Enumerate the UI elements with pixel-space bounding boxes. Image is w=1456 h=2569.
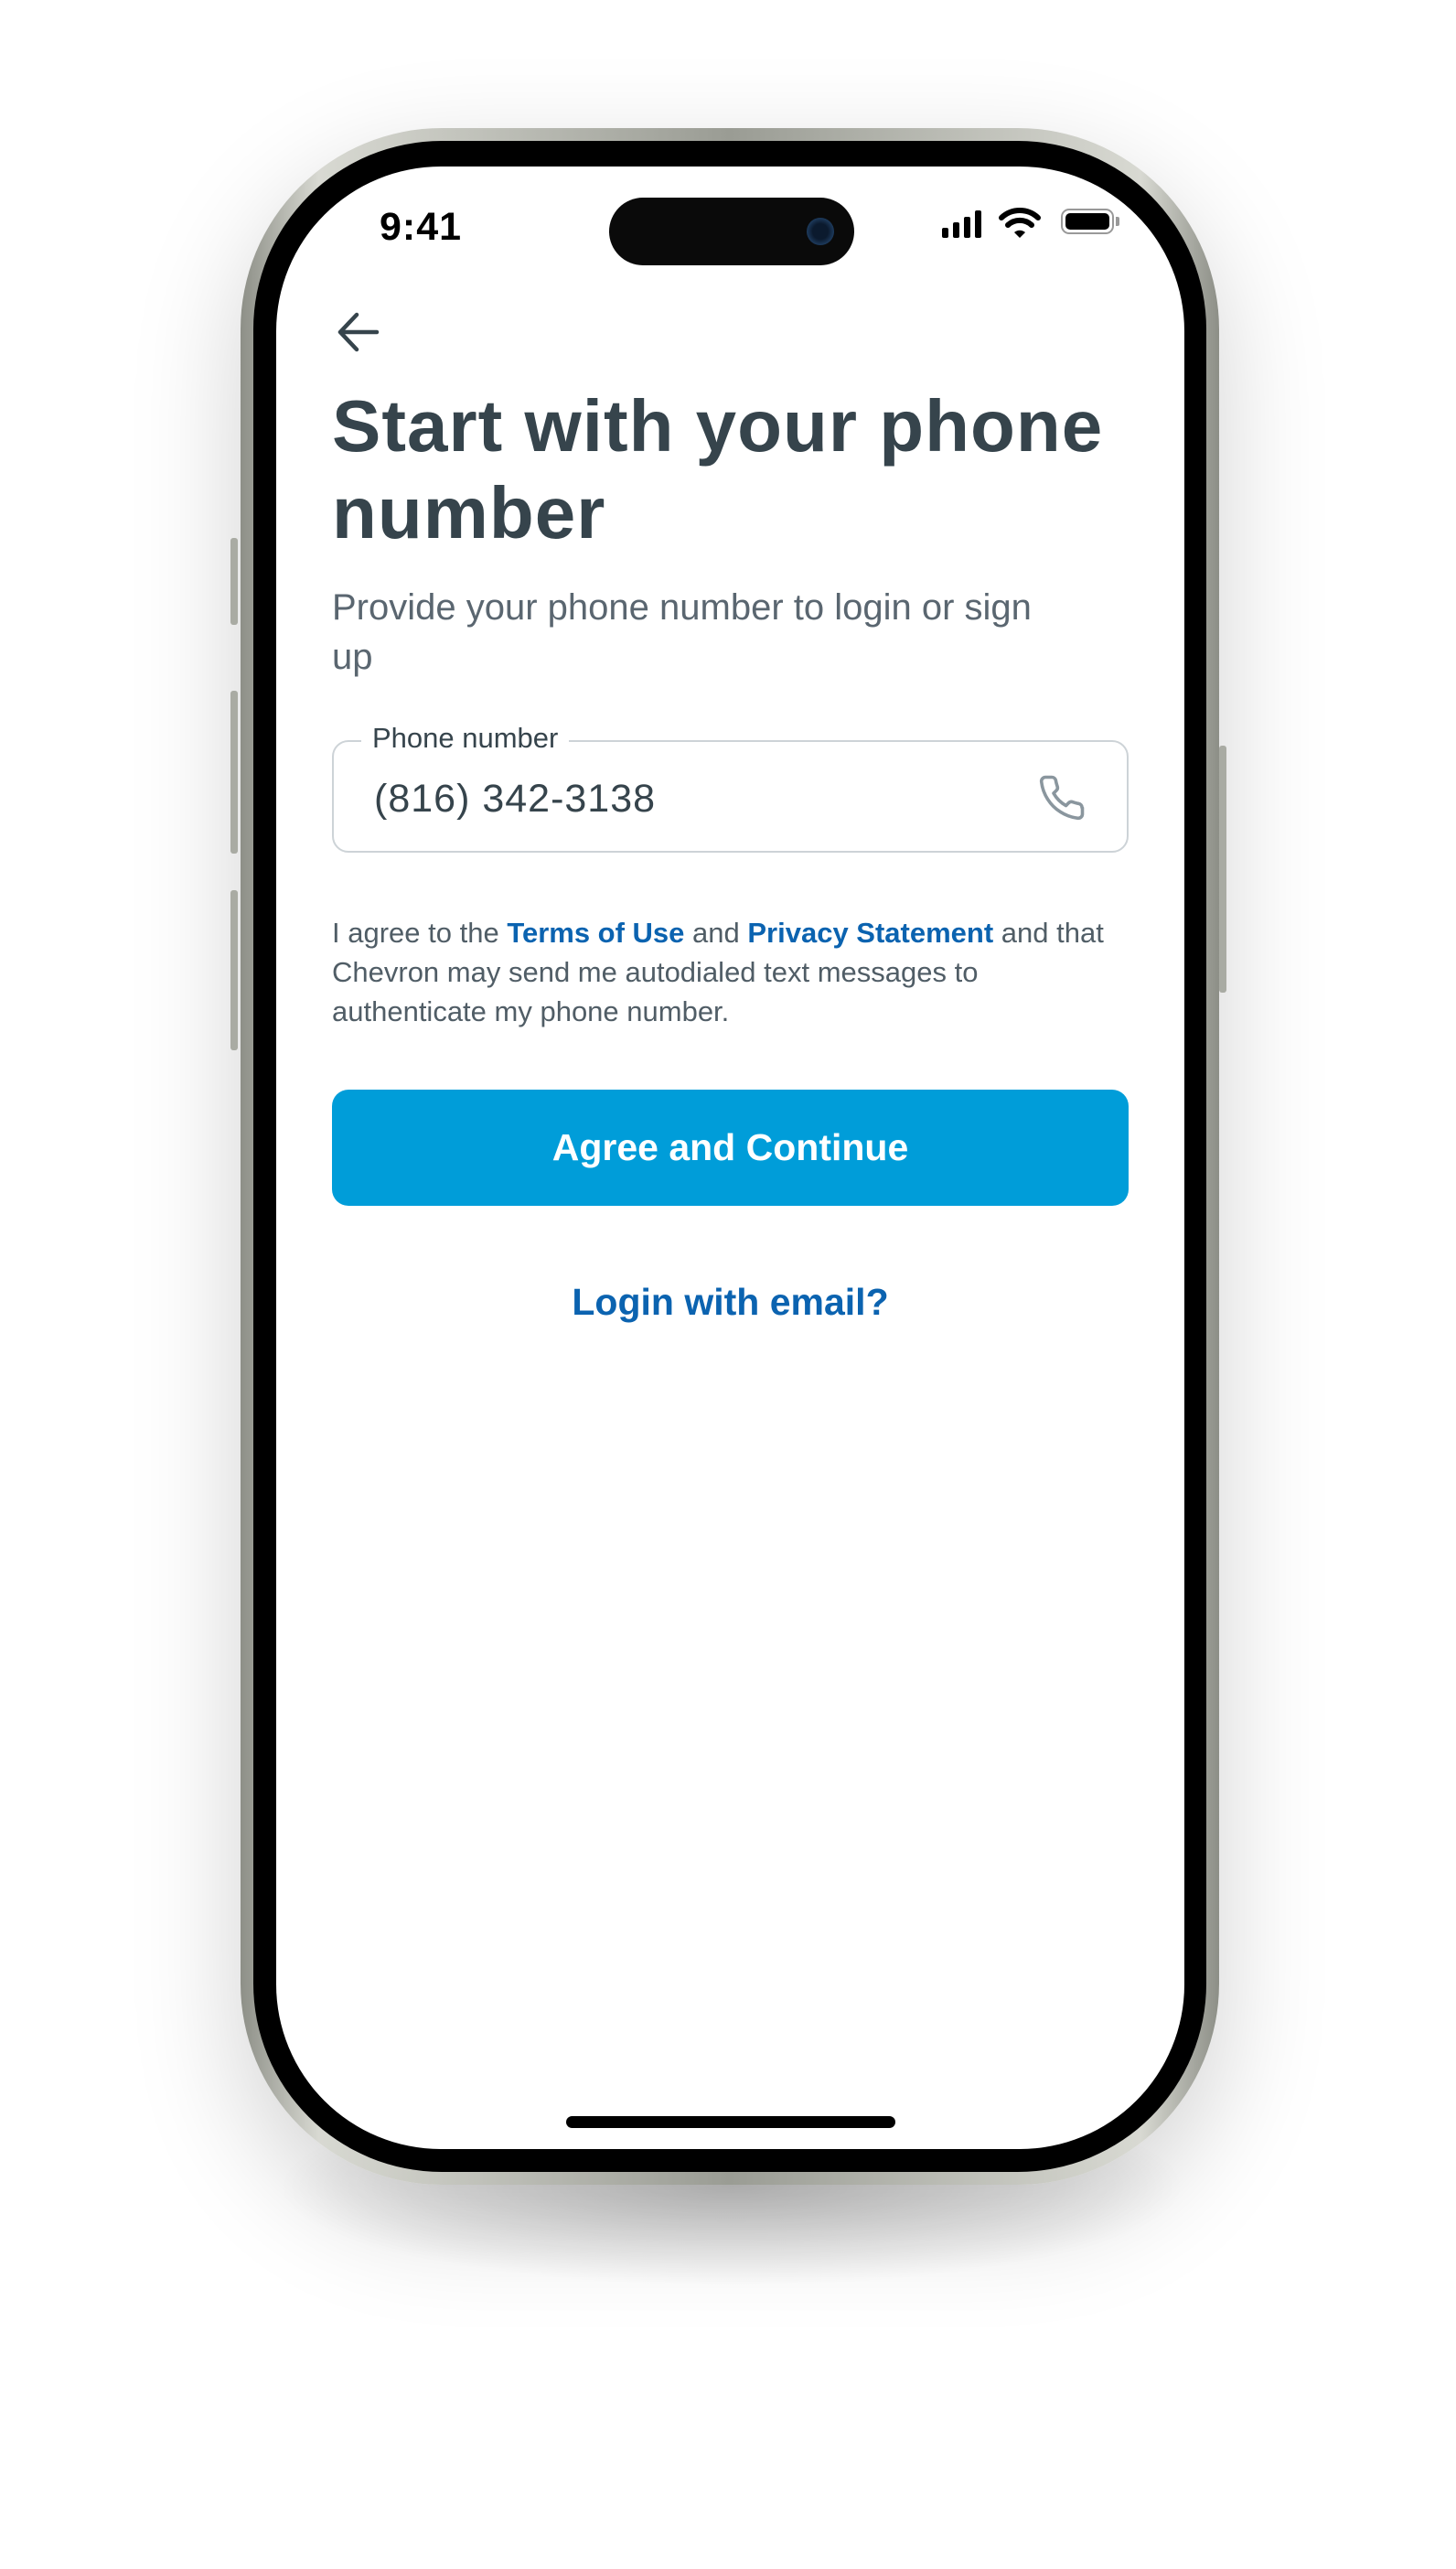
phone-number-value[interactable]: (816) 342-3138 bbox=[374, 777, 656, 822]
status-time: 9:41 bbox=[380, 205, 463, 249]
agreement-middle: and bbox=[684, 917, 748, 949]
home-indicator[interactable] bbox=[566, 2116, 895, 2128]
agree-and-continue-label: Agree and Continue bbox=[551, 1126, 909, 1168]
phone-screen: 9:41 Start with your phone number Provid… bbox=[276, 167, 1184, 2149]
agree-and-continue-button[interactable]: Agree and Continue bbox=[332, 1090, 1129, 1206]
wifi-icon bbox=[999, 208, 1041, 238]
volume-up-button bbox=[230, 691, 238, 854]
login-with-email-link[interactable]: Login with email? bbox=[276, 1281, 1184, 1324]
battery-icon bbox=[1061, 209, 1114, 234]
phone-icon bbox=[1039, 775, 1085, 821]
power-button bbox=[1219, 746, 1226, 993]
agreement-prefix: I agree to the bbox=[332, 917, 508, 949]
silent-switch bbox=[230, 538, 238, 625]
terms-of-use-link[interactable]: Terms of Use bbox=[507, 917, 684, 949]
page-title: Start with your phone number bbox=[332, 385, 1104, 554]
privacy-statement-link[interactable]: Privacy Statement bbox=[747, 917, 993, 949]
phone-number-label: Phone number bbox=[361, 722, 570, 755]
camera-icon bbox=[807, 218, 834, 245]
volume-down-button bbox=[230, 890, 238, 1050]
battery-nub bbox=[1116, 217, 1119, 226]
cellular-signal-icon bbox=[942, 210, 981, 238]
phone-number-input[interactable]: Phone number (816) 342-3138 bbox=[332, 722, 1129, 853]
back-arrow-icon[interactable] bbox=[337, 311, 380, 353]
page-subtitle: Provide your phone number to login or si… bbox=[332, 587, 1032, 677]
dynamic-island bbox=[609, 198, 854, 265]
agreement-text: I agree to the Terms of Use and Privacy … bbox=[332, 913, 1137, 1031]
